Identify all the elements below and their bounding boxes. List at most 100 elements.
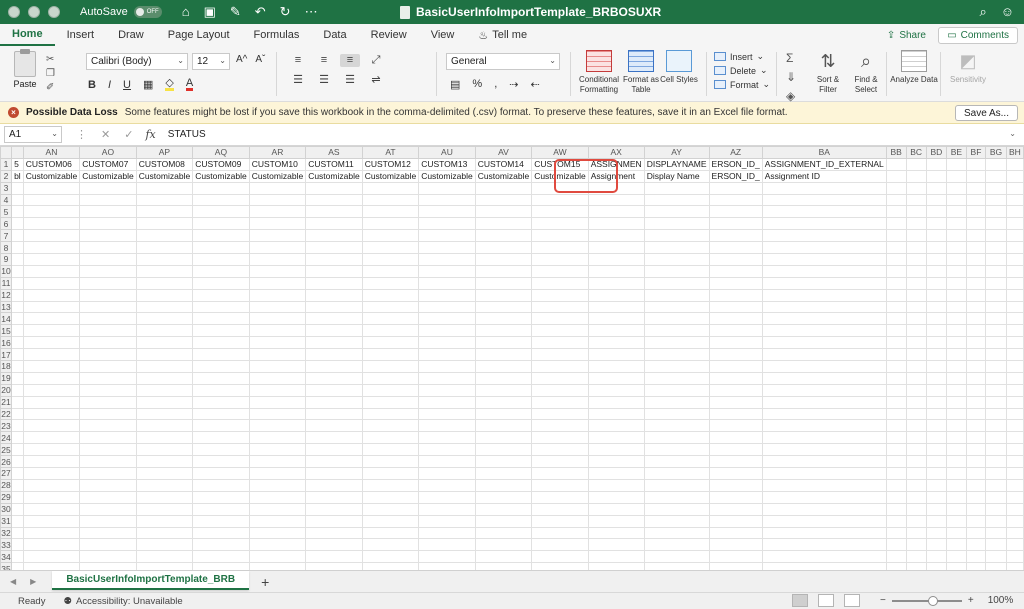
cell[interactable] — [643, 478, 710, 492]
save-as-icon[interactable]: ✎ — [230, 4, 241, 20]
cell[interactable] — [885, 490, 907, 504]
cell[interactable] — [905, 253, 927, 266]
cell[interactable] — [11, 276, 24, 290]
more-icon[interactable]: ⋯ — [305, 4, 318, 20]
zoom-window-button[interactable] — [48, 6, 60, 18]
column-header[interactable]: AN — [22, 146, 81, 159]
cell[interactable] — [965, 371, 987, 385]
zoom-slider[interactable] — [891, 595, 962, 606]
cell[interactable] — [22, 478, 81, 492]
cell[interactable]: CUSTOM06 — [22, 157, 81, 171]
italic-button[interactable]: I — [108, 79, 111, 91]
underline-button[interactable]: U — [123, 79, 131, 91]
cell[interactable] — [11, 443, 24, 457]
cell[interactable] — [79, 478, 137, 492]
cell[interactable]: bl — [11, 169, 24, 183]
share-button[interactable]: ⇪ Share — [879, 27, 934, 44]
cell[interactable] — [925, 538, 948, 552]
row-header[interactable]: 33 — [0, 538, 13, 552]
cell[interactable] — [305, 276, 363, 290]
cell[interactable] — [761, 336, 887, 350]
cell[interactable] — [11, 395, 24, 409]
cell[interactable] — [985, 169, 1007, 183]
cell[interactable] — [946, 514, 967, 528]
cell[interactable] — [965, 264, 987, 278]
cell[interactable] — [248, 229, 307, 243]
align-middle-icon[interactable]: ≡ — [314, 54, 334, 67]
row-header[interactable]: 7 — [0, 229, 13, 243]
cell[interactable] — [1005, 157, 1024, 171]
cell[interactable] — [192, 253, 250, 266]
cell[interactable] — [946, 371, 967, 385]
cell[interactable] — [418, 562, 476, 570]
cell[interactable] — [985, 395, 1007, 409]
cell[interactable] — [1005, 205, 1024, 219]
tell-me[interactable]: ♨ Tell me — [466, 24, 539, 46]
cell[interactable] — [946, 538, 967, 552]
cell[interactable] — [587, 502, 645, 516]
cell[interactable] — [1005, 193, 1024, 207]
cell[interactable] — [79, 371, 137, 385]
column-header[interactable] — [11, 146, 24, 159]
cell[interactable] — [946, 419, 967, 433]
cell[interactable] — [643, 276, 710, 290]
cell[interactable] — [905, 443, 927, 457]
row-header[interactable]: 16 — [0, 336, 13, 350]
cell[interactable] — [708, 455, 763, 469]
cell[interactable] — [965, 419, 987, 433]
row-header[interactable]: 35 — [0, 562, 13, 570]
cell[interactable] — [925, 407, 948, 421]
cell[interactable] — [905, 383, 927, 397]
cell[interactable]: Customizable — [474, 169, 533, 183]
cell[interactable] — [79, 193, 137, 207]
cell[interactable] — [192, 490, 250, 504]
cell[interactable] — [531, 538, 589, 552]
cell[interactable] — [192, 526, 250, 540]
insert-cells-button[interactable]: Insert ⌄ — [714, 51, 770, 62]
cell[interactable] — [708, 431, 763, 445]
cell[interactable] — [905, 395, 927, 409]
cell[interactable] — [248, 383, 307, 397]
cell[interactable] — [22, 562, 81, 570]
cell[interactable] — [192, 205, 250, 219]
cell[interactable] — [946, 241, 967, 255]
cell[interactable] — [305, 253, 363, 266]
cell[interactable] — [905, 407, 927, 421]
cell[interactable] — [1005, 276, 1024, 290]
cell[interactable] — [79, 205, 137, 219]
cell[interactable] — [925, 550, 948, 564]
select-all-corner[interactable] — [0, 146, 13, 159]
cell[interactable] — [925, 276, 948, 290]
cell[interactable] — [135, 288, 194, 302]
cell[interactable] — [22, 276, 81, 290]
cell[interactable] — [925, 300, 948, 314]
orientation-icon[interactable]: ⤢ — [366, 54, 386, 67]
cell[interactable] — [905, 502, 927, 516]
cell[interactable] — [305, 336, 363, 350]
cell[interactable] — [11, 407, 24, 421]
cell[interactable] — [248, 478, 307, 492]
cell[interactable] — [22, 467, 81, 480]
cell[interactable] — [135, 443, 194, 457]
cell[interactable]: CUSTOM13 — [418, 157, 476, 171]
cell[interactable] — [248, 431, 307, 445]
cell[interactable] — [79, 288, 137, 302]
cell[interactable] — [761, 514, 887, 528]
cell[interactable] — [135, 264, 194, 278]
cell[interactable] — [708, 348, 763, 362]
cell[interactable] — [708, 217, 763, 231]
align-bottom-icon[interactable]: ≡ — [340, 54, 360, 67]
cell[interactable] — [761, 538, 887, 552]
cell[interactable] — [587, 336, 645, 350]
close-window-button[interactable] — [8, 6, 20, 18]
cell[interactable] — [22, 550, 81, 564]
cell[interactable] — [965, 407, 987, 421]
cell[interactable] — [905, 562, 927, 570]
cell[interactable] — [11, 514, 24, 528]
cell[interactable] — [305, 502, 363, 516]
cell[interactable] — [22, 407, 81, 421]
cell[interactable] — [708, 300, 763, 314]
cell[interactable] — [885, 443, 907, 457]
cell[interactable] — [587, 419, 645, 433]
cell[interactable] — [587, 312, 645, 326]
